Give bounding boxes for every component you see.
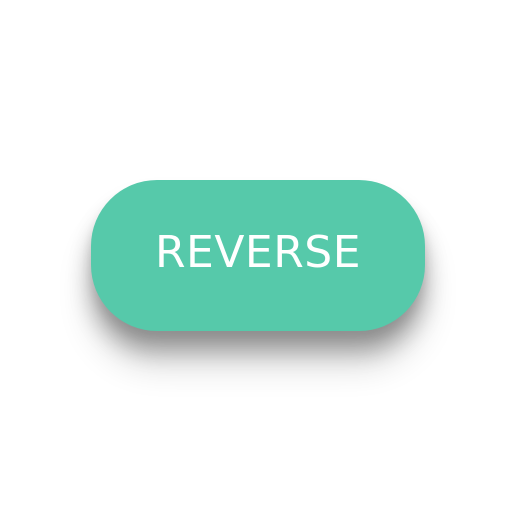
canvas: REVERSE — [0, 0, 512, 512]
reverse-button[interactable]: REVERSE — [91, 180, 425, 331]
reverse-button-label: REVERSE — [154, 226, 362, 278]
